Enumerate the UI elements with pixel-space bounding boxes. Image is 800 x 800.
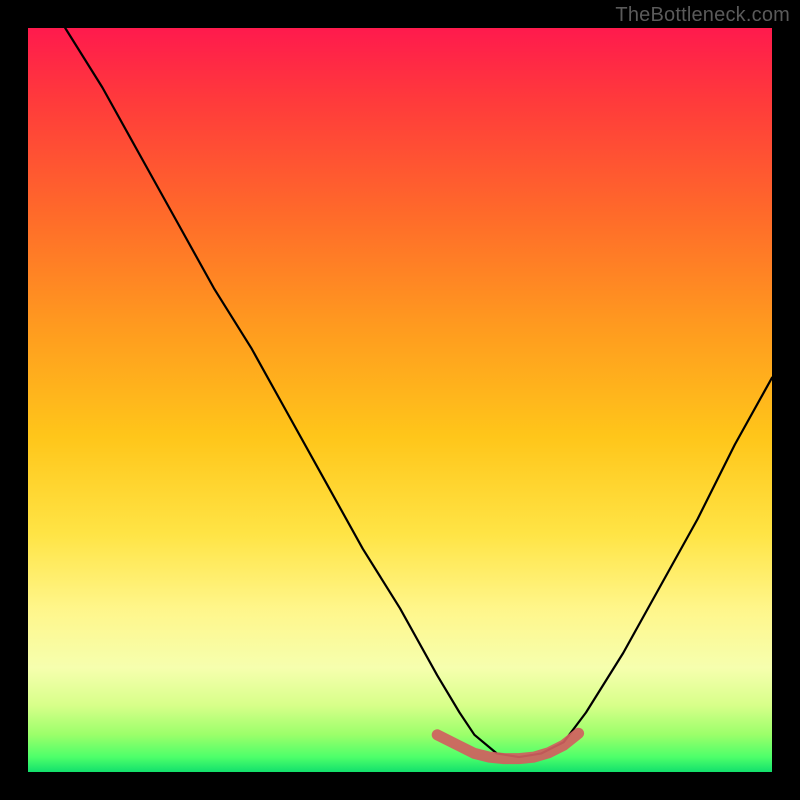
curve-layer bbox=[28, 28, 772, 772]
watermark-text: TheBottleneck.com bbox=[615, 4, 790, 27]
plot-area bbox=[28, 28, 772, 772]
sweet-spot-band bbox=[437, 733, 578, 758]
bottleneck-curve bbox=[65, 28, 772, 757]
chart-frame: TheBottleneck.com bbox=[0, 0, 800, 800]
